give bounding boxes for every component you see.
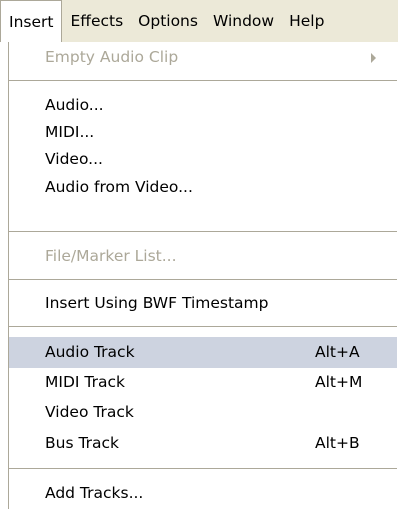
menu-options[interactable]: Options — [130, 0, 205, 42]
menu-item-video[interactable]: Video... — [9, 144, 397, 175]
menu-item-label: MIDI Track — [45, 373, 125, 391]
menu-insert[interactable]: Insert — [0, 0, 63, 42]
separator — [9, 80, 397, 81]
menu-item-label: Empty Audio Clip — [45, 48, 179, 66]
separator — [9, 231, 397, 232]
menu-item-file-marker-list: File/Marker List... — [9, 241, 397, 272]
separator — [9, 279, 397, 280]
submenu-arrow-icon — [371, 53, 376, 63]
menu-item-label: Bus Track — [45, 434, 120, 452]
menu-item-video-track[interactable]: Video Track — [9, 397, 397, 428]
menu-item-add-tracks[interactable]: Add Tracks... — [9, 478, 397, 509]
menu-item-shortcut: Alt+M — [315, 373, 363, 391]
menu-item-bus-track[interactable]: Bus Track Alt+B — [9, 428, 397, 459]
menu-effects[interactable]: Effects — [62, 0, 130, 42]
menu-item-label: Audio from Video... — [45, 178, 193, 196]
menu-item-label: Video Track — [45, 403, 134, 421]
menu-item-audio-track[interactable]: Audio Track Alt+A — [9, 337, 397, 368]
menu-item-empty-audio-clip: Empty Audio Clip — [9, 42, 397, 73]
menu-item-label: Audio Track — [45, 343, 135, 361]
menu-item-label: Video... — [45, 150, 103, 168]
menu-window[interactable]: Window — [205, 0, 281, 42]
menu-item-label: Add Tracks... — [45, 484, 144, 502]
menu-item-insert-using-bwf-timestamp[interactable]: Insert Using BWF Timestamp — [9, 288, 397, 319]
menu-item-midi-track[interactable]: MIDI Track Alt+M — [9, 367, 397, 398]
menu-item-audio-from-video[interactable]: Audio from Video... — [9, 172, 397, 203]
menu-item-label: File/Marker List... — [45, 247, 177, 265]
menu-help[interactable]: Help — [281, 0, 331, 42]
menu-item-label: Insert Using BWF Timestamp — [45, 294, 269, 312]
menu-item-shortcut: Alt+A — [315, 343, 360, 361]
menu-bar: Insert Effects Options Window Help — [0, 0, 398, 42]
menu-item-shortcut: Alt+B — [315, 434, 360, 452]
separator — [9, 468, 397, 469]
separator — [9, 326, 397, 327]
insert-dropdown-menu: Empty Audio Clip Audio... MIDI... Video.… — [8, 42, 398, 509]
